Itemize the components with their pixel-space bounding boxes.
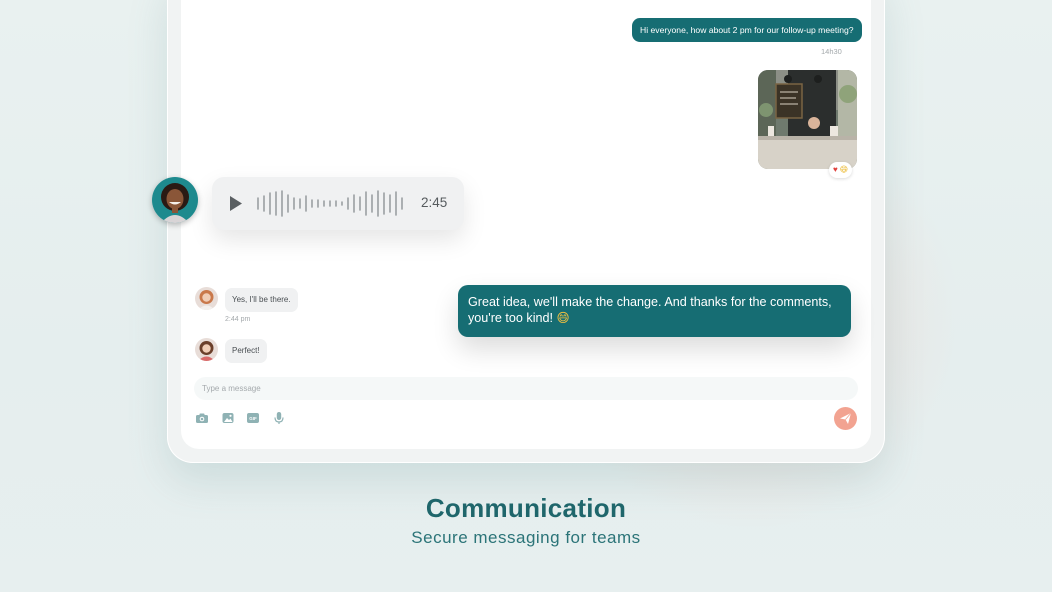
incoming-message: Perfect! [225,339,267,363]
message-timestamp: 14h30 [821,47,842,56]
voice-message[interactable]: 2:45 [212,177,464,230]
message-input[interactable]: Type a message [194,377,858,400]
camera-icon[interactable] [195,411,209,425]
smile-reaction-icon: 😄 [839,165,849,174]
play-icon[interactable] [228,195,244,212]
photo-reactions[interactable]: ♥ 😄 [829,162,853,178]
incoming-message: Yes, I'll be there. [225,288,298,312]
smile-emoji-icon: 😄 [556,311,570,325]
voice-duration: 2:45 [421,195,448,210]
avatar[interactable] [195,338,218,361]
gif-label: GIF [249,415,257,421]
outgoing-message: Great idea, we'll make the change. And t… [458,285,851,337]
outgoing-message: Hi everyone, how about 2 pm for our foll… [632,18,862,42]
gif-icon[interactable]: GIF [246,411,260,425]
image-icon[interactable] [221,411,235,425]
heart-reaction-icon: ♥ [833,165,838,174]
message-timestamp: 2:44 pm [225,316,251,323]
waveform-icon [257,190,403,217]
shared-photo[interactable] [758,70,857,169]
caption-title: Communication [425,493,627,523]
message-text: Great idea, we'll make the change. And t… [468,295,832,325]
avatar[interactable] [152,177,198,223]
microphone-icon[interactable] [272,411,286,425]
caption-subtitle: Secure messaging for teams [411,528,641,547]
send-button[interactable] [834,407,857,430]
avatar[interactable] [195,287,218,310]
send-icon [840,412,852,424]
